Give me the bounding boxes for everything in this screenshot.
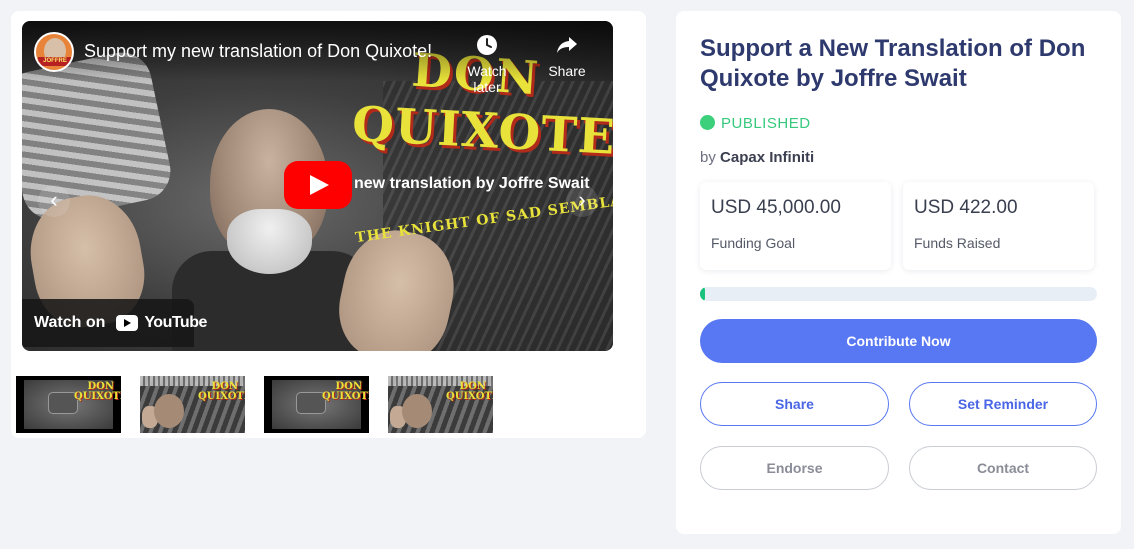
byline-prefix: by [700,149,716,166]
youtube-logo-icon [115,315,138,331]
funds-raised-label: Funds Raised [914,235,1001,251]
funding-goal-label: Funding Goal [711,235,796,251]
funding-goal-amount: USD 45,000.00 [711,197,841,218]
thumbnail-text: DON QUIXOTE [198,381,245,402]
status-label: PUBLISHED [721,115,811,132]
thumbnail-text: DON QUIXOTE [74,381,121,402]
thumbnail-text: DON QUIXOTE [322,381,369,402]
thumbnail-strip: DON QUIXOTE DON QUIXOTE DON QUIXOTE DON … [16,376,512,433]
funds-raised-amount: USD 422.00 [914,197,1018,218]
thumbnail-face [402,394,432,428]
campaign-info-card: Support a New Translation of Don Quixote… [676,11,1121,534]
video-share-button[interactable]: Share [547,33,587,79]
video-title[interactable]: Support my new translation of Don Quixot… [84,41,432,62]
funding-goal-card: USD 45,000.00 Funding Goal [700,182,891,270]
thumbnail-face [154,394,184,428]
watch-later-label: Watch later [467,63,507,95]
campaign-title: Support a New Translation of Don Quixote… [700,35,1086,92]
media-card: DON QUIXOTE new translation by Joffre Sw… [11,11,646,438]
thumbnail-image-2[interactable]: DON QUIXOTE [388,376,493,433]
thumbnail-video-1[interactable]: DON QUIXOTE [16,376,121,433]
byline: by Capax Infiniti [700,149,814,166]
watch-later-button[interactable]: Watch later [452,33,522,95]
thumbnail-image-1[interactable]: DON QUIXOTE [140,376,245,433]
funding-progress-fill [700,287,705,301]
previous-arrow-icon[interactable]: ‹ [38,185,70,217]
share-button[interactable]: Share [700,382,889,426]
video-person-beard [227,209,312,274]
share-arrow-icon [557,37,577,53]
funds-raised-card: USD 422.00 Funds Raised [903,182,1094,270]
watch-on-youtube-button[interactable]: Watch on YouTube [22,299,207,347]
channel-avatar-badge: JOFFRE [38,57,72,66]
endorse-button[interactable]: Endorse [700,446,889,490]
contribute-now-button[interactable]: Contribute Now [700,319,1097,363]
thumbnail-text: DON QUIXOTE [446,381,493,402]
funding-progress-bar [700,287,1097,301]
next-arrow-icon[interactable]: › [566,185,598,217]
contact-button[interactable]: Contact [909,446,1097,490]
status-dot-icon [700,115,715,130]
set-reminder-button[interactable]: Set Reminder [909,382,1097,426]
channel-avatar[interactable]: JOFFRE [34,32,74,72]
status-badge: PUBLISHED [700,115,811,132]
youtube-wordmark: YouTube [144,314,207,331]
thumbnail-video-2[interactable]: DON QUIXOTE [264,376,369,433]
video-player[interactable]: DON QUIXOTE new translation by Joffre Sw… [22,21,613,351]
video-overlay-subtitle: new translation by Joffre Swait [354,175,590,192]
play-button[interactable] [284,161,352,209]
video-share-label: Share [548,63,586,79]
clock-icon [477,35,497,55]
watch-on-label: Watch on [34,314,106,331]
author-name[interactable]: Capax Infiniti [720,149,814,166]
